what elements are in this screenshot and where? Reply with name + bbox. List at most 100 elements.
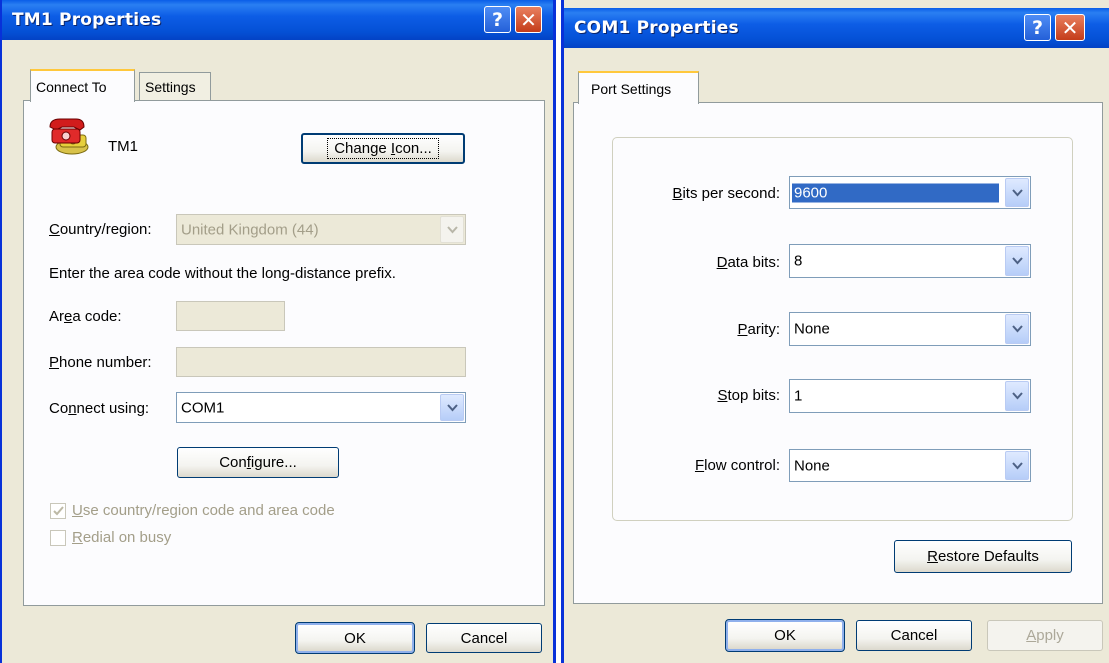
tab-connect-to[interactable]: Connect To	[30, 69, 135, 102]
chevron-down-icon[interactable]	[440, 394, 464, 421]
label-part: ountry/region:	[59, 221, 152, 238]
label-part: Change	[334, 140, 391, 157]
help-icon: ?	[1031, 16, 1044, 39]
telephone-icon	[46, 117, 94, 157]
label-part: Co	[49, 400, 69, 417]
tab-label: Port Settings	[591, 80, 672, 97]
tab-settings[interactable]: Settings	[139, 72, 211, 100]
access-key: P	[737, 321, 748, 338]
label-part: igure...	[250, 454, 297, 471]
bits-per-second-label: Bits per second:	[672, 185, 780, 202]
restore-defaults-button[interactable]: Restore Defaults	[894, 540, 1072, 573]
close-icon: ✕	[1061, 15, 1079, 40]
flow-control-label: Flow control:	[695, 457, 780, 474]
apply-button[interactable]: Apply	[987, 620, 1103, 651]
bits-per-second-select[interactable]: 9600	[789, 176, 1031, 209]
window-title: TM1 Properties	[12, 10, 162, 30]
use-country-code-checkbox[interactable]: Use country/region code and area code	[50, 502, 335, 519]
tab-port-settings[interactable]: Port Settings	[578, 71, 699, 104]
phone-number-field[interactable]	[176, 347, 466, 377]
help-button[interactable]: ?	[1024, 14, 1051, 41]
label-part: con...	[395, 140, 432, 157]
chevron-down-icon	[440, 216, 464, 243]
data-bits-value: 8	[794, 252, 803, 270]
access-key: D	[716, 254, 728, 271]
ok-button[interactable]: OK	[295, 622, 415, 654]
tab-panel: TM1 Change Icon... Country/region: Unite…	[23, 100, 545, 606]
label-part: ata bits:	[727, 254, 780, 271]
label-part: hone number:	[59, 354, 152, 371]
parity-select[interactable]: None	[789, 312, 1031, 346]
close-button[interactable]: ✕	[515, 6, 542, 33]
label-part: Ar	[49, 308, 64, 325]
chevron-down-icon[interactable]	[1005, 314, 1029, 344]
tab-label: Settings	[145, 78, 196, 95]
flow-control-select[interactable]: None	[789, 449, 1031, 482]
checkbox-label: se country/region code and area code	[82, 502, 335, 519]
label-part: low control:	[704, 457, 780, 474]
connect-using-select[interactable]: COM1	[176, 392, 466, 423]
access-key: A	[1026, 627, 1037, 644]
parity-label: Parity:	[737, 321, 780, 338]
title-bar[interactable]: TM1 Properties ? ✕	[2, 0, 553, 40]
change-icon-button[interactable]: Change Icon...	[301, 133, 465, 164]
flow-control-value: None	[794, 457, 830, 474]
redial-on-busy-checkbox[interactable]: Redial on busy	[50, 529, 171, 546]
ok-button[interactable]: OK	[725, 619, 845, 652]
com1-properties-dialog: COM1 Properties ? ✕ Port Settings Bits p…	[561, 0, 1109, 663]
checkmark-icon	[50, 502, 66, 519]
button-label: OK	[344, 629, 366, 647]
parity-value: None	[794, 320, 830, 338]
access-key: B	[672, 185, 683, 202]
checkbox-label: edial on busy	[82, 529, 172, 546]
button-label: pply	[1036, 627, 1064, 644]
checkbox-box	[50, 529, 66, 546]
chevron-down-icon[interactable]	[1005, 178, 1029, 207]
access-key: P	[49, 354, 60, 371]
bits-per-second-value: 9600	[792, 183, 999, 202]
stop-bits-value: 1	[794, 387, 803, 405]
button-label: Cancel	[460, 629, 508, 647]
data-bits-label: Data bits:	[717, 254, 780, 271]
access-key: S	[717, 387, 728, 404]
tm1-properties-dialog: TM1 Properties ? ✕ Connect To Settings T…	[0, 0, 556, 663]
chevron-down-icon[interactable]	[1005, 381, 1029, 411]
title-bar[interactable]: COM1 Properties ? ✕	[564, 8, 1109, 48]
label-part: Con	[219, 454, 247, 471]
access-key: C	[49, 221, 60, 238]
label-part: its per second:	[682, 185, 780, 202]
configure-button[interactable]: Configure...	[177, 447, 339, 478]
button-label: Cancel	[890, 627, 938, 644]
connection-name: TM1	[108, 138, 138, 155]
instruction-text: Enter the area code without the long-dis…	[49, 265, 396, 282]
phone-number-label: Phone number:	[49, 354, 152, 371]
stop-bits-select[interactable]: 1	[789, 379, 1031, 413]
label-part: a code:	[72, 308, 122, 325]
country-region-value: United Kingdom (44)	[181, 221, 319, 238]
label-part: top bits:	[727, 387, 780, 404]
tab-label: Connect To	[36, 78, 107, 95]
label-part: nect using:	[76, 400, 150, 417]
connect-using-value: COM1	[181, 399, 225, 416]
access-key: R	[72, 529, 83, 546]
cancel-button[interactable]: Cancel	[856, 620, 972, 651]
cancel-button[interactable]: Cancel	[426, 623, 542, 653]
country-region-select: United Kingdom (44)	[176, 214, 466, 245]
area-code-label: Area code:	[49, 308, 122, 325]
data-bits-select[interactable]: 8	[789, 244, 1031, 278]
access-key: R	[927, 548, 938, 565]
close-button[interactable]: ✕	[1055, 14, 1085, 41]
stop-bits-label: Stop bits:	[717, 387, 780, 404]
window-title: COM1 Properties	[574, 18, 739, 38]
area-code-field[interactable]	[176, 301, 285, 331]
chevron-down-icon[interactable]	[1005, 246, 1029, 276]
label-part: arity:	[747, 321, 780, 338]
help-icon: ?	[491, 8, 504, 31]
button-label: estore Defaults	[937, 548, 1039, 565]
help-button[interactable]: ?	[484, 6, 511, 33]
tab-panel: Bits per second: 9600 Data bits: 8 Parit…	[573, 102, 1103, 604]
access-key: U	[72, 502, 83, 519]
access-key: n	[68, 400, 77, 417]
chevron-down-icon[interactable]	[1005, 451, 1029, 480]
button-label: OK	[774, 627, 796, 644]
